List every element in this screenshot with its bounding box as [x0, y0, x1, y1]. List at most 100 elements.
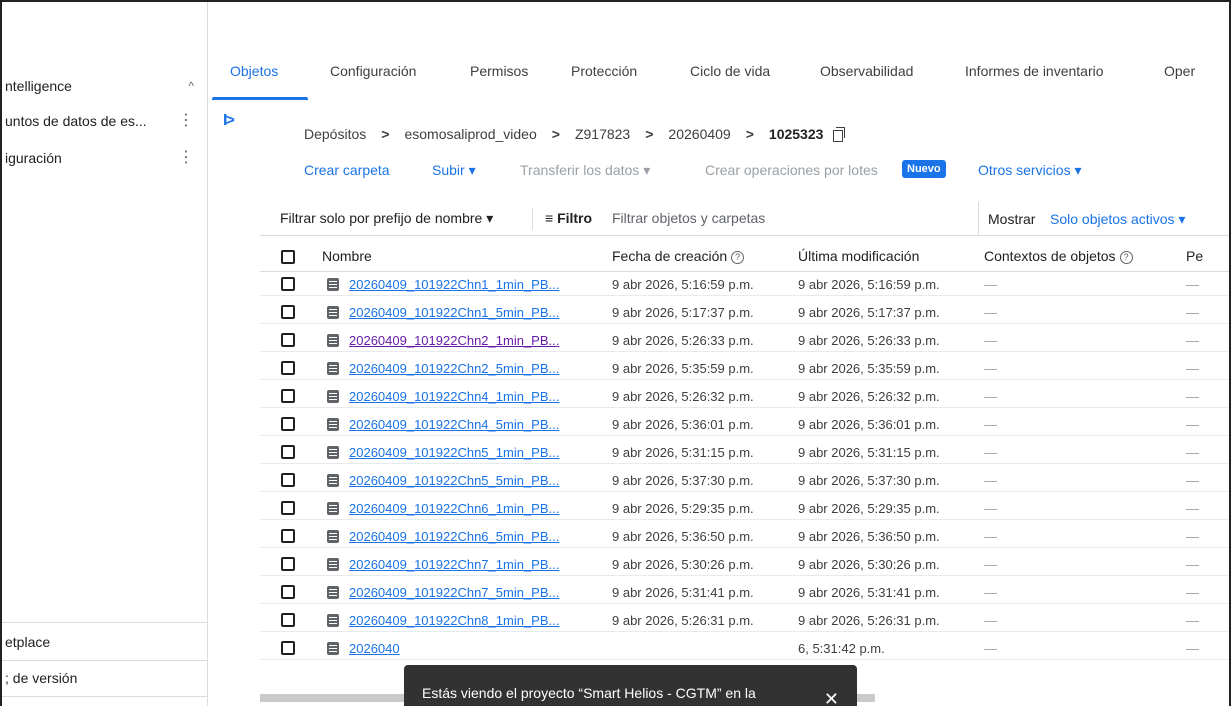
file-name-link[interactable]: 20260409_101922Chn4_1min_PB...	[349, 389, 559, 404]
file-name-link[interactable]: 20260409_101922Chn5_5min_PB...	[349, 473, 559, 488]
table-row[interactable]: 20260409_101922Chn7_1min_PB... 9 abr 2026…	[260, 553, 1229, 576]
contexts-value: —	[984, 613, 997, 628]
show-filter-dropdown[interactable]: Solo objetos activos ▾	[1050, 211, 1185, 228]
breadcrumb-buckets[interactable]: Depósitos	[304, 126, 366, 142]
row-checkbox[interactable]	[281, 529, 295, 543]
row-checkbox[interactable]	[281, 445, 295, 459]
contexts-value: —	[984, 361, 997, 376]
table-row[interactable]: 20260409_101922Chn2_1min_PB... 9 abr 2026…	[260, 329, 1229, 352]
tab-configuration[interactable]: Configuración	[330, 63, 416, 79]
transfer-data-button[interactable]: Transferir los datos ▾	[520, 162, 650, 179]
file-name-link[interactable]: 20260409_101922Chn5_1min_PB...	[349, 445, 559, 460]
other-services-button[interactable]: Otros servicios ▾	[978, 162, 1082, 179]
file-icon	[327, 362, 339, 375]
nav-item-configuration[interactable]: iguración ⋮	[2, 142, 208, 174]
nav-item-release-notes[interactable]: ; de versión	[2, 662, 208, 694]
created-date: 9 abr 2026, 5:35:59 p.m.	[612, 361, 754, 376]
nav-item-intelligence[interactable]: ntelligence ^	[2, 70, 208, 102]
file-name-link[interactable]: 20260409_101922Chn6_5min_PB...	[349, 529, 559, 544]
created-date: 9 abr 2026, 5:17:37 p.m.	[612, 305, 754, 320]
table-row[interactable]: 20260409_101922Chn7_5min_PB... 9 abr 2026…	[260, 581, 1229, 604]
table-row[interactable]: 20260409_101922Chn6_1min_PB... 9 abr 2026…	[260, 497, 1229, 520]
row-checkbox[interactable]	[281, 417, 295, 431]
file-name-link[interactable]: 20260409_101922Chn7_5min_PB...	[349, 585, 559, 600]
filter-input[interactable]: Filtrar objetos y carpetas	[612, 210, 765, 226]
row-checkbox[interactable]	[281, 305, 295, 319]
row-checkbox[interactable]	[281, 641, 295, 655]
tab-lifecycle[interactable]: Ciclo de vida	[690, 63, 770, 79]
file-name-link[interactable]: 20260409_101922Chn4_5min_PB...	[349, 417, 559, 432]
table-row[interactable]: 20260409_101922Chn1_1min_PB... 9 abr 2026…	[260, 273, 1229, 296]
created-date: 9 abr 2026, 5:36:01 p.m.	[612, 417, 754, 432]
filter-bar: Filtrar solo por prefijo de nombre ▾ ≡ F…	[260, 202, 1229, 236]
table-row[interactable]: 20260409_101922Chn8_1min_PB... 9 abr 2026…	[260, 609, 1229, 632]
column-contexts[interactable]: Contextos de objetos?	[984, 248, 1133, 264]
row-checkbox[interactable]	[281, 473, 295, 487]
create-folder-button[interactable]: Crear carpeta	[304, 162, 390, 178]
table-row[interactable]: 20260409_101922Chn5_1min_PB... 9 abr 2026…	[260, 441, 1229, 464]
close-icon[interactable]: ✕	[824, 689, 839, 706]
table-row[interactable]: 20260409_101922Chn1_5min_PB... 9 abr 2026…	[260, 301, 1229, 324]
tab-permissions[interactable]: Permisos	[470, 63, 528, 79]
file-name-link[interactable]: 20260409_101922Chn8_1min_PB...	[349, 613, 559, 628]
column-truncated[interactable]: Pe	[1186, 248, 1203, 264]
help-icon[interactable]: ?	[1119, 251, 1133, 264]
row-checkbox[interactable]	[281, 501, 295, 515]
file-icon	[327, 558, 339, 571]
table-row[interactable]: 2026040 6, 5:31:42 p.m. — —	[260, 637, 1229, 660]
select-all-checkbox[interactable]	[281, 250, 295, 264]
truncated-value: —	[1186, 585, 1199, 600]
tab-objects[interactable]: Objetos	[230, 63, 278, 79]
row-checkbox[interactable]	[281, 585, 295, 599]
row-checkbox[interactable]	[281, 361, 295, 375]
tab-operations[interactable]: Oper	[1164, 63, 1195, 79]
nav-item-label: ntelligence	[5, 78, 72, 94]
file-name-link[interactable]: 20260409_101922Chn1_5min_PB...	[349, 305, 559, 320]
upload-button[interactable]: Subir ▾	[432, 162, 476, 179]
nav-divider	[2, 622, 208, 623]
file-name-link[interactable]: 20260409_101922Chn1_1min_PB...	[349, 277, 559, 292]
prefix-filter-dropdown[interactable]: Filtrar solo por prefijo de nombre ▾	[280, 210, 493, 227]
column-created-label: Fecha de creación	[612, 248, 728, 264]
row-checkbox[interactable]	[281, 389, 295, 403]
row-checkbox[interactable]	[281, 277, 295, 291]
file-name-link[interactable]: 20260409_101922Chn7_1min_PB...	[349, 557, 559, 572]
help-icon[interactable]: ?	[731, 251, 745, 264]
chevron-up-icon[interactable]: ^	[188, 79, 194, 93]
tab-protection[interactable]: Protección	[571, 63, 637, 79]
table-row[interactable]: 20260409_101922Chn5_5min_PB... 9 abr 2026…	[260, 469, 1229, 492]
filter-button[interactable]: ≡ Filtro	[545, 210, 592, 226]
file-name-link[interactable]: 20260409_101922Chn2_5min_PB...	[349, 361, 559, 376]
nav-item-marketplace[interactable]: etplace	[2, 626, 208, 658]
more-vert-icon[interactable]: ⋮	[178, 150, 194, 166]
row-checkbox[interactable]	[281, 557, 295, 571]
modified-date: 9 abr 2026, 5:31:15 p.m.	[798, 445, 940, 460]
nav-item-datasets[interactable]: untos de datos de es... ⋮	[2, 105, 208, 137]
table-row[interactable]: 20260409_101922Chn4_5min_PB... 9 abr 2026…	[260, 413, 1229, 436]
row-checkbox[interactable]	[281, 333, 295, 347]
file-name-link[interactable]: 2026040	[349, 641, 400, 656]
table-row[interactable]: 20260409_101922Chn4_1min_PB... 9 abr 2026…	[260, 385, 1229, 408]
breadcrumb: Depósitos > esomosaliprod_video > Z91782…	[304, 124, 846, 144]
column-name[interactable]: Nombre	[322, 248, 372, 264]
tab-observability[interactable]: Observabilidad	[820, 63, 913, 79]
file-name-link[interactable]: 20260409_101922Chn2_1min_PB...	[349, 333, 559, 348]
contexts-value: —	[984, 417, 997, 432]
column-modified[interactable]: Última modificación	[798, 248, 919, 264]
batch-operations-button[interactable]: Crear operaciones por lotes	[705, 162, 878, 178]
expand-panel-icon[interactable]: I>	[223, 112, 235, 130]
nav-item-label: iguración	[5, 150, 62, 166]
row-checkbox[interactable]	[281, 613, 295, 627]
tab-inventory-reports[interactable]: Informes de inventario	[965, 63, 1104, 79]
breadcrumb-folder-1[interactable]: Z917823	[575, 126, 630, 142]
file-name-link[interactable]: 20260409_101922Chn6_1min_PB...	[349, 501, 559, 516]
table-row[interactable]: 20260409_101922Chn6_5min_PB... 9 abr 2026…	[260, 525, 1229, 548]
column-created[interactable]: Fecha de creación?	[612, 248, 745, 264]
breadcrumb-bucket[interactable]: esomosaliprod_video	[404, 126, 536, 142]
more-vert-icon[interactable]: ⋮	[178, 113, 194, 129]
breadcrumb-folder-2[interactable]: 20260409	[668, 126, 730, 142]
copy-icon[interactable]	[833, 127, 846, 142]
nav-item-label: ; de versión	[5, 670, 78, 686]
table-row[interactable]: 20260409_101922Chn2_5min_PB... 9 abr 2026…	[260, 357, 1229, 380]
tab-bar: Objetos Configuración Permisos Protecció…	[208, 60, 1229, 100]
